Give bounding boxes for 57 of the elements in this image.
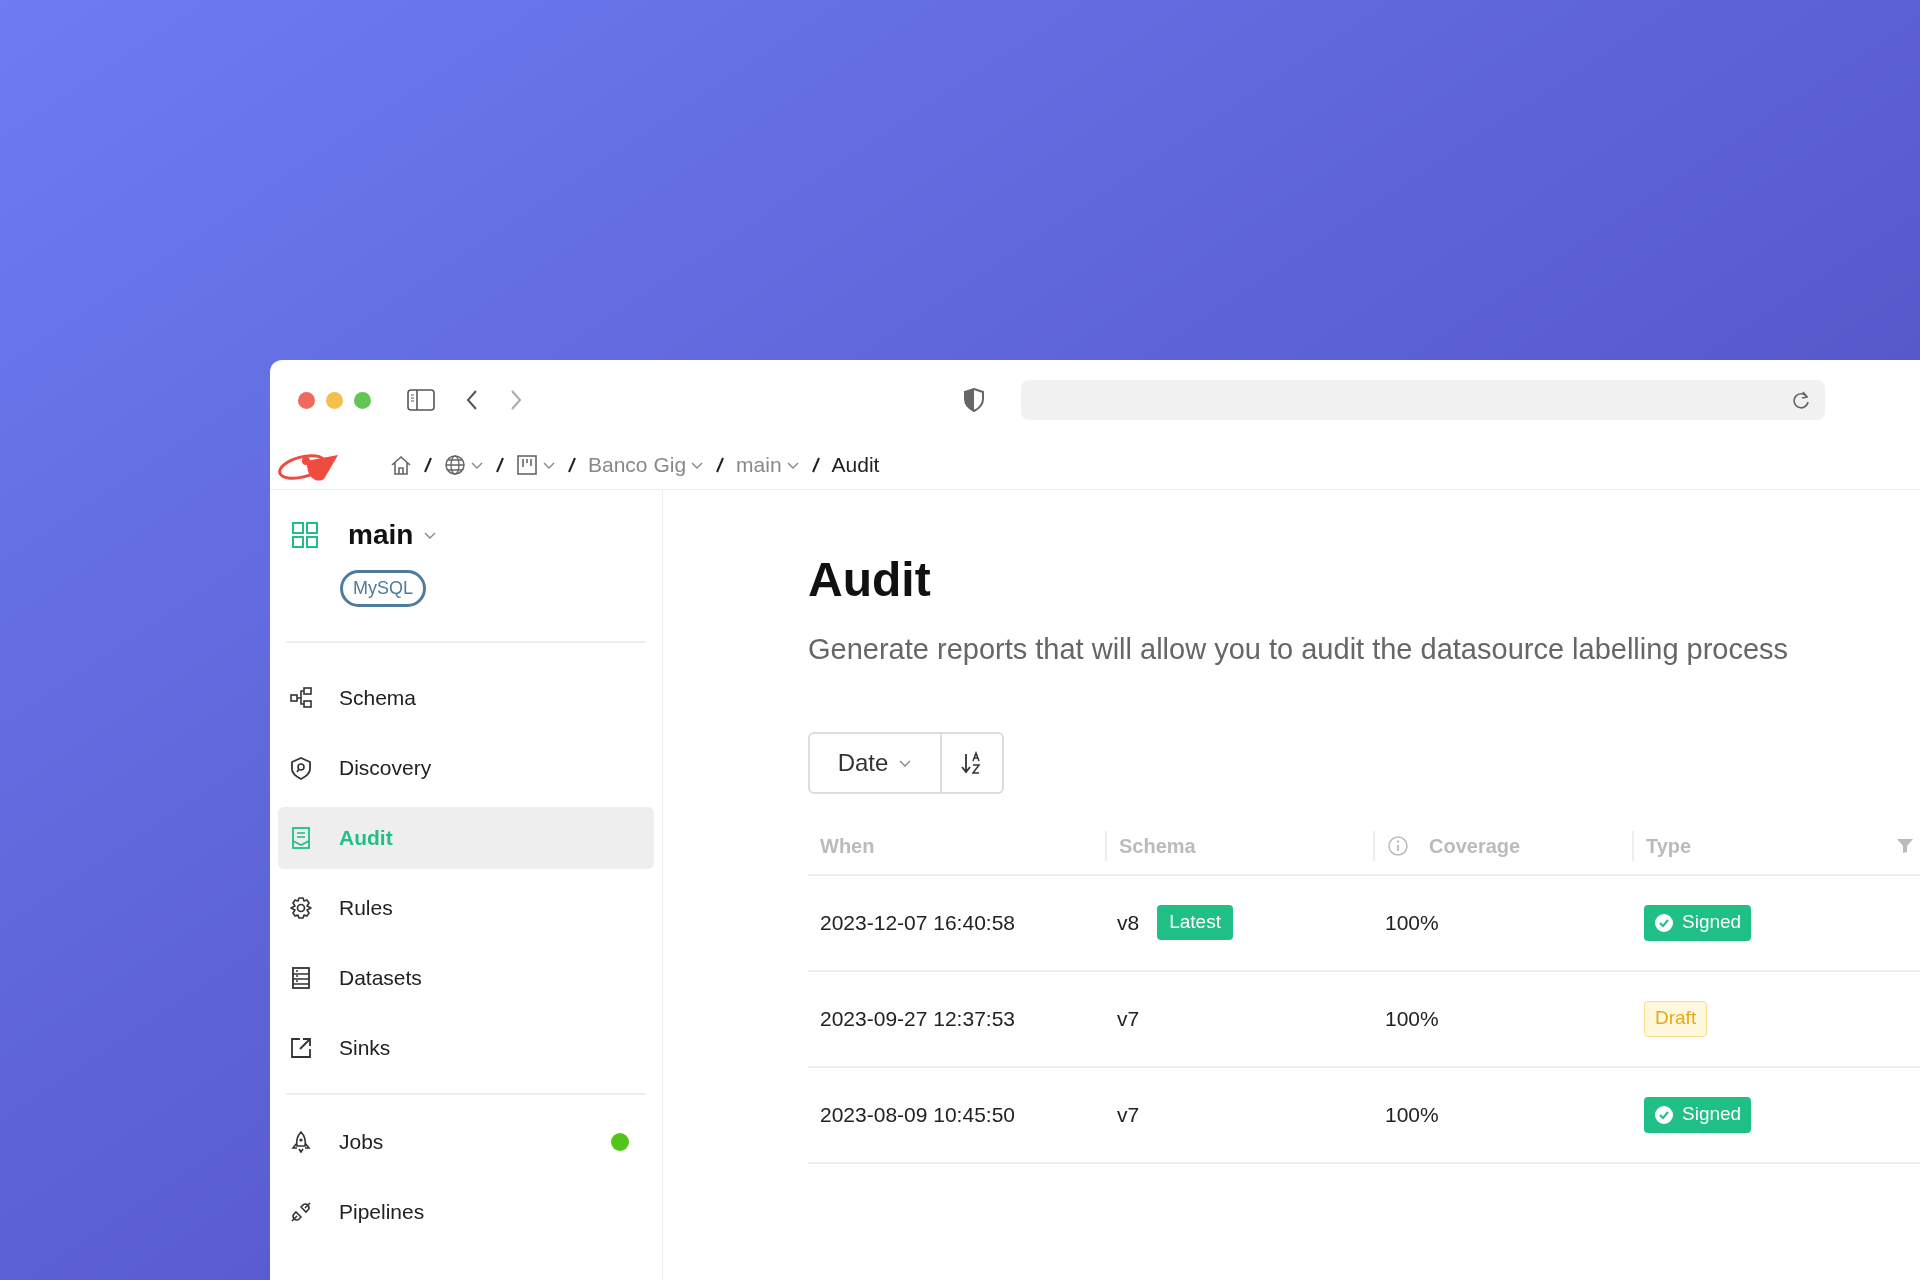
latest-badge: Latest xyxy=(1157,905,1233,940)
slash-icon xyxy=(424,456,432,473)
gear-icon xyxy=(289,896,313,920)
breadcrumb-link[interactable]: main xyxy=(736,448,782,481)
status-badge: Signed xyxy=(1644,1096,1752,1133)
back-icon[interactable] xyxy=(465,389,479,411)
export-icon xyxy=(289,1036,313,1060)
check-icon xyxy=(1654,912,1674,933)
sort-field-dropdown[interactable]: Date xyxy=(808,731,942,794)
rocket-icon xyxy=(289,1130,313,1154)
engine-badge: MySQL xyxy=(340,570,426,607)
close-button[interactable] xyxy=(298,391,315,409)
maximize-button[interactable] xyxy=(354,391,371,409)
sidebar-item[interactable]: Schema xyxy=(278,667,654,729)
table-cell: 2023-09-27 12:37:53 xyxy=(820,1006,1015,1030)
globe-icon[interactable] xyxy=(444,453,466,476)
breadcrumb-link[interactable]: Banco Gig xyxy=(588,448,687,481)
plug-icon xyxy=(289,1200,313,1224)
shield-icon[interactable] xyxy=(963,388,985,412)
workspace-name[interactable]: main xyxy=(348,514,414,556)
sidebar-item[interactable]: Jobs xyxy=(278,1111,654,1173)
table-cell: 100% xyxy=(1385,1006,1439,1030)
sidebar-item[interactable]: Pipelines xyxy=(278,1181,654,1243)
forward-icon[interactable] xyxy=(509,389,523,411)
slash-icon xyxy=(568,456,576,473)
check-icon xyxy=(1654,1104,1674,1125)
status-badge: Signed xyxy=(1644,904,1752,941)
page-title: Audit xyxy=(808,556,932,604)
info-icon[interactable] xyxy=(1387,834,1409,857)
sidebar-item[interactable]: Datasets xyxy=(278,947,654,1009)
table-cell: 2023-08-09 10:45:50 xyxy=(820,1102,1015,1126)
table-cell: 2023-12-07 16:40:58 xyxy=(820,910,1015,934)
page-description: Generate reports that will allow you to audit the datasource labelling process xyxy=(808,632,1790,667)
sidebar-toggle-icon[interactable] xyxy=(407,389,435,411)
reload-icon[interactable] xyxy=(1793,390,1811,410)
slash-icon xyxy=(811,456,820,473)
slash-icon xyxy=(716,456,725,473)
board-icon[interactable] xyxy=(516,453,538,476)
sidebar-item[interactable]: Sinks xyxy=(278,1017,654,1079)
hierarchy-icon xyxy=(289,686,313,710)
sidebar-item[interactable]: Rules xyxy=(278,877,654,939)
server-icon xyxy=(289,966,313,990)
table-cell-text: v7 xyxy=(1117,1005,1140,1032)
filter-icon[interactable] xyxy=(1896,837,1914,854)
home-icon[interactable] xyxy=(390,453,412,476)
document-icon xyxy=(289,826,313,850)
table-cell-text: v8 xyxy=(1117,909,1140,936)
table-cell: 100% xyxy=(1385,1102,1439,1126)
breadcrumb-current: Audit xyxy=(831,451,880,478)
table-cell: 100% xyxy=(1385,910,1439,934)
grid-icon xyxy=(292,522,318,548)
slash-icon xyxy=(496,456,504,473)
status-badge: Draft xyxy=(1644,1000,1708,1037)
sort-order-button[interactable] xyxy=(942,731,1004,794)
table-cell-text: v7 xyxy=(1117,1101,1140,1128)
shield-icon xyxy=(289,756,313,780)
sidebar-item[interactable]: Discovery xyxy=(278,737,654,799)
